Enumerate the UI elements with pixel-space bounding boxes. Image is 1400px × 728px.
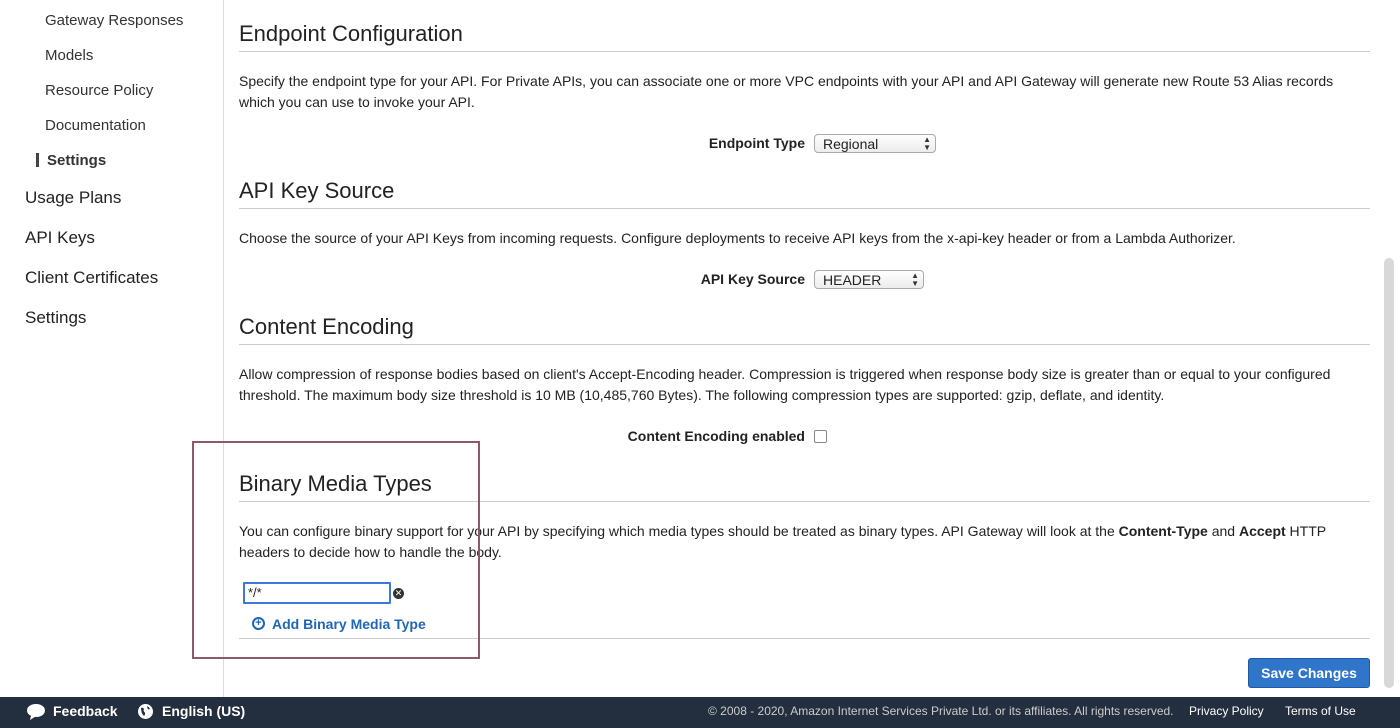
section-divider: [239, 51, 1370, 52]
footer: Feedback English (US) © 2008 - 2020, Ama…: [0, 697, 1400, 728]
select-arrows-icon: ▲ ▼: [911, 271, 919, 288]
sidebar-item-api-keys[interactable]: API Keys: [25, 228, 95, 248]
copyright-text: © 2008 - 2020, Amazon Internet Services …: [708, 704, 1174, 718]
save-changes-button[interactable]: Save Changes: [1248, 658, 1370, 688]
content-encoding-checkbox[interactable]: [814, 430, 827, 443]
language-selector[interactable]: English (US): [162, 697, 245, 726]
scrollbar[interactable]: [1370, 0, 1400, 697]
select-arrows-icon: ▲ ▼: [923, 135, 931, 152]
sidebar-item-client-certificates[interactable]: Client Certificates: [25, 268, 158, 288]
endpoint-type-label: Endpoint Type: [708, 135, 805, 151]
terms-of-use-link[interactable]: Terms of Use: [1285, 697, 1356, 726]
sidebar: Gateway Responses Models Resource Policy…: [0, 0, 224, 697]
content-encoding-label: Content Encoding enabled: [627, 428, 805, 444]
api-key-source-value: HEADER: [823, 272, 882, 288]
active-indicator: [36, 153, 39, 167]
globe-icon: [138, 704, 153, 719]
section-divider: [239, 344, 1370, 345]
sidebar-item-documentation[interactable]: Documentation: [45, 117, 146, 134]
privacy-policy-link[interactable]: Privacy Policy: [1189, 697, 1264, 726]
endpoint-type-value: Regional: [823, 136, 879, 152]
feedback-link[interactable]: Feedback: [53, 697, 118, 726]
section-title-api-key-source: API Key Source: [239, 178, 395, 203]
speech-bubble-icon: [27, 704, 45, 720]
sidebar-item-models[interactable]: Models: [45, 47, 93, 64]
section-divider: [239, 208, 1370, 209]
sidebar-item-resource-policy[interactable]: Resource Policy: [45, 82, 153, 99]
section-description-content-encoding: Allow compression of response bodies bas…: [239, 366, 1331, 403]
sidebar-item-settings-active[interactable]: Settings: [47, 152, 106, 169]
sidebar-item-usage-plans[interactable]: Usage Plans: [25, 188, 121, 208]
endpoint-type-select[interactable]: Regional ▲ ▼: [814, 134, 936, 153]
highlight-box: [192, 441, 480, 659]
section-description-api-key-source: Choose the source of your API Keys from …: [239, 230, 1236, 246]
section-title-content-encoding: Content Encoding: [239, 314, 414, 339]
section-title-endpoint: Endpoint Configuration: [239, 21, 463, 46]
sidebar-item-gateway-responses[interactable]: Gateway Responses: [45, 12, 183, 29]
sidebar-item-settings[interactable]: Settings: [25, 308, 86, 328]
scrollbar-thumb[interactable]: [1384, 258, 1394, 688]
api-key-source-select[interactable]: HEADER ▲ ▼: [814, 270, 924, 289]
section-description-endpoint: Specify the endpoint type for your API. …: [239, 73, 1334, 110]
api-key-source-label: API Key Source: [700, 271, 805, 287]
